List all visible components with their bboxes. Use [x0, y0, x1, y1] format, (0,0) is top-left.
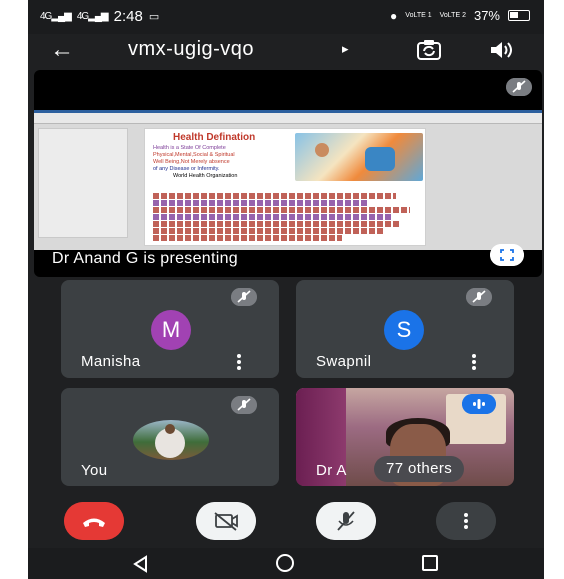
system-nav-bar	[28, 548, 544, 579]
slide-line: of any Disease or Infermity.	[153, 166, 220, 172]
meeting-code[interactable]: vmx-ugig-vqo	[128, 38, 254, 61]
more-vert-icon[interactable]	[472, 354, 476, 370]
mic-off-icon[interactable]	[316, 502, 376, 540]
participant-name: You	[81, 462, 108, 479]
avatar	[133, 420, 209, 460]
battery-icon	[508, 10, 530, 21]
flip-camera-icon[interactable]	[416, 37, 442, 63]
status-time: 2:48	[113, 8, 143, 25]
presentation-tile[interactable]: Health Defination Health is a State Of C…	[34, 70, 542, 277]
shared-screen: Health Defination Health is a State Of C…	[34, 110, 542, 250]
slide-line: Health is a State Of Complete	[153, 145, 226, 151]
participant-tile-manisha[interactable]: M Manisha	[61, 280, 279, 378]
slide-line: Well Being,Not Merely absence	[153, 159, 230, 165]
fullscreen-icon[interactable]	[490, 244, 524, 266]
nav-recents-icon[interactable]	[422, 555, 438, 571]
meeting-details-arrow-icon[interactable]: ▸	[342, 41, 349, 57]
slide-line: Physical,Mental,Social & Spiritual	[153, 152, 235, 158]
participant-tile-you[interactable]: You	[61, 388, 279, 486]
call-controls	[28, 498, 544, 548]
slide-line: World Health Organization	[173, 173, 238, 179]
signal-1-icon: 4G▂▄▆	[40, 11, 72, 22]
more-vert-icon[interactable]	[436, 502, 496, 540]
nav-home-icon[interactable]	[276, 554, 294, 572]
mic-off-icon	[231, 396, 257, 414]
meeting-top-bar: ← vmx-ugig-vqo ▸	[28, 34, 544, 68]
meet-app-screen: 4G▂▄▆ 4G▂▄▆ 2:48 ▭ ● VoLTE 1 VoLTE 2 37%…	[28, 0, 544, 579]
mic-off-icon	[466, 288, 492, 306]
avatar: S	[384, 310, 424, 350]
slide-page: Health Defination Health is a State Of C…	[144, 128, 426, 246]
slide-marathi-text	[153, 193, 423, 242]
back-arrow-icon[interactable]: ←	[50, 38, 74, 62]
slide-title: Health Defination	[173, 132, 256, 143]
speaker-icon[interactable]	[488, 38, 514, 62]
battery-percent: 37%	[473, 8, 500, 23]
network-1-label: VoLTE 1	[405, 12, 432, 19]
participant-name: Dr A	[316, 462, 347, 479]
cast-icon: ▭	[148, 11, 160, 23]
participant-tile-swapnil[interactable]: S Swapnil	[296, 280, 514, 378]
alarm-icon: ●	[390, 8, 398, 23]
mic-off-icon	[231, 288, 257, 306]
slide-photo	[295, 133, 423, 181]
audio-indicator-icon	[462, 394, 496, 414]
participant-name: Swapnil	[316, 353, 372, 370]
camera-off-icon[interactable]	[196, 502, 256, 540]
status-bar: 4G▂▄▆ 4G▂▄▆ 2:48 ▭ ● VoLTE 1 VoLTE 2 37%	[28, 0, 544, 34]
network-2-label: VoLTE 2	[439, 12, 466, 19]
end-call-icon[interactable]	[64, 502, 124, 540]
presenter-label: Dr Anand G is presenting	[52, 250, 238, 267]
avatar: M	[151, 310, 191, 350]
slide-thumbnails	[38, 128, 128, 238]
nav-back-icon[interactable]	[132, 555, 150, 573]
participant-tile-others[interactable]: Dr A 77 others	[296, 388, 514, 486]
more-vert-icon[interactable]	[237, 354, 241, 370]
mic-off-icon	[506, 78, 532, 96]
participant-name: Manisha	[81, 353, 141, 370]
slide-body: Health is a State Of Complete Physical,M…	[153, 145, 293, 180]
others-count-badge[interactable]: 77 others	[374, 456, 465, 482]
app-ribbon	[34, 110, 542, 124]
signal-2-icon: 4G▂▄▆	[76, 11, 109, 22]
